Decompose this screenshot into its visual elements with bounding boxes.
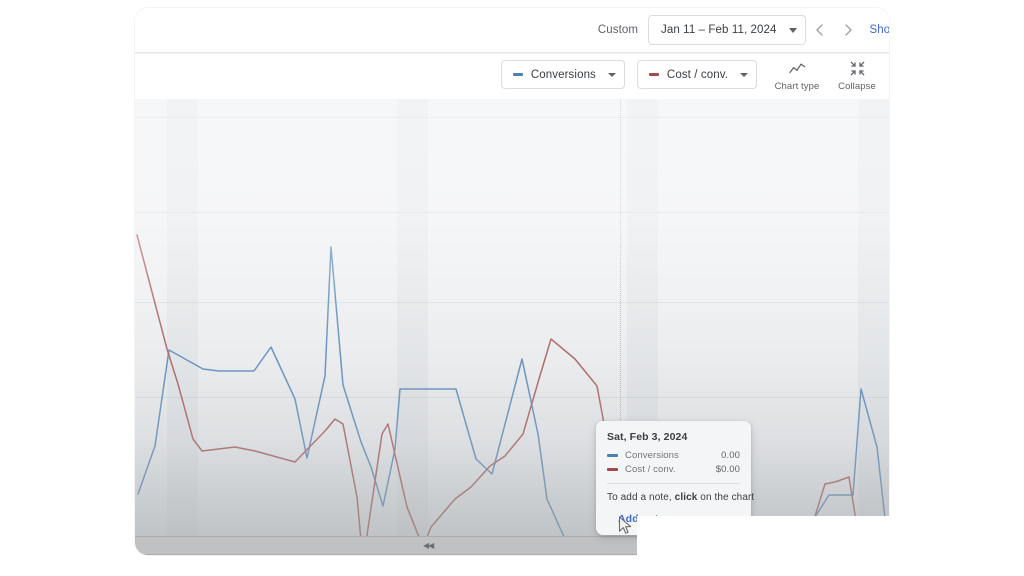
metric-color-swatch-primary: [513, 73, 523, 76]
date-range-picker[interactable]: Jan 11 – Feb 11, 2024: [648, 15, 805, 45]
series-line-conversions: [138, 247, 887, 536]
mouse-cursor: [618, 516, 634, 541]
tooltip-note-suffix: on the chart: [697, 492, 754, 503]
tooltip-note-prefix: To add a note,: [607, 492, 675, 503]
chart-toolbar: Conversions Cost / conv. Chart type: [135, 54, 889, 99]
tooltip-value-cost-per-conv: $0.00: [716, 464, 740, 475]
series-line-cost-conv: [137, 235, 887, 536]
tooltip-swatch-conversions: [607, 454, 618, 457]
metric-color-swatch-secondary: [649, 73, 659, 76]
date-range-type-label: Custom: [598, 24, 638, 36]
date-range-value: Jan 11 – Feb 11, 2024: [661, 24, 776, 36]
chevron-down-icon: [789, 28, 797, 33]
metric-label-secondary: Cost / conv.: [667, 69, 728, 81]
card-header: Custom Jan 11 – Feb 11, 2024 Show las: [135, 8, 889, 52]
tooltip-note-bold: click: [675, 492, 698, 503]
tooltip-note-hint: To add a note, click on the chart: [607, 492, 740, 503]
collapse-arrows-icon: [850, 58, 865, 78]
tooltip-swatch-cost-per-conv: [607, 468, 618, 471]
chevron-down-icon: [740, 73, 748, 77]
performance-card: Custom Jan 11 – Feb 11, 2024 Show las: [135, 8, 889, 555]
tooltip-label-cost-per-conv: Cost / conv.: [625, 464, 716, 475]
tooltip-label-conversions: Conversions: [625, 450, 721, 461]
drag-grip-icon: ◀◀: [423, 542, 433, 550]
show-last-link[interactable]: Show las: [870, 24, 889, 36]
metric-selector-primary[interactable]: Conversions: [501, 60, 625, 89]
next-period-button[interactable]: [834, 15, 862, 45]
collapse-label: Collapse: [838, 81, 876, 92]
metric-label-primary: Conversions: [531, 69, 596, 81]
previous-period-button[interactable]: [806, 15, 834, 45]
series-lines: [135, 99, 889, 536]
screenshot-root: Custom Jan 11 – Feb 11, 2024 Show las: [0, 0, 1024, 576]
chart-type-label: Chart type: [775, 81, 820, 92]
chart-type-button[interactable]: Chart type: [769, 58, 825, 92]
collapse-button[interactable]: Collapse: [829, 58, 885, 92]
chevron-down-icon: [608, 73, 616, 77]
tooltip-date: Sat, Feb 3, 2024: [607, 431, 740, 443]
line-chart-icon: [789, 58, 806, 78]
tooltip-row-cost-per-conv: Cost / conv. $0.00: [607, 464, 740, 475]
chart-plot-area[interactable]: [135, 99, 889, 536]
tooltip-value-conversions: 0.00: [721, 450, 740, 461]
tooltip-divider: [607, 483, 740, 484]
metric-selector-secondary[interactable]: Cost / conv.: [637, 60, 757, 89]
tooltip-row-conversions: Conversions 0.00: [607, 450, 740, 461]
screen-occluder: [637, 516, 1024, 576]
